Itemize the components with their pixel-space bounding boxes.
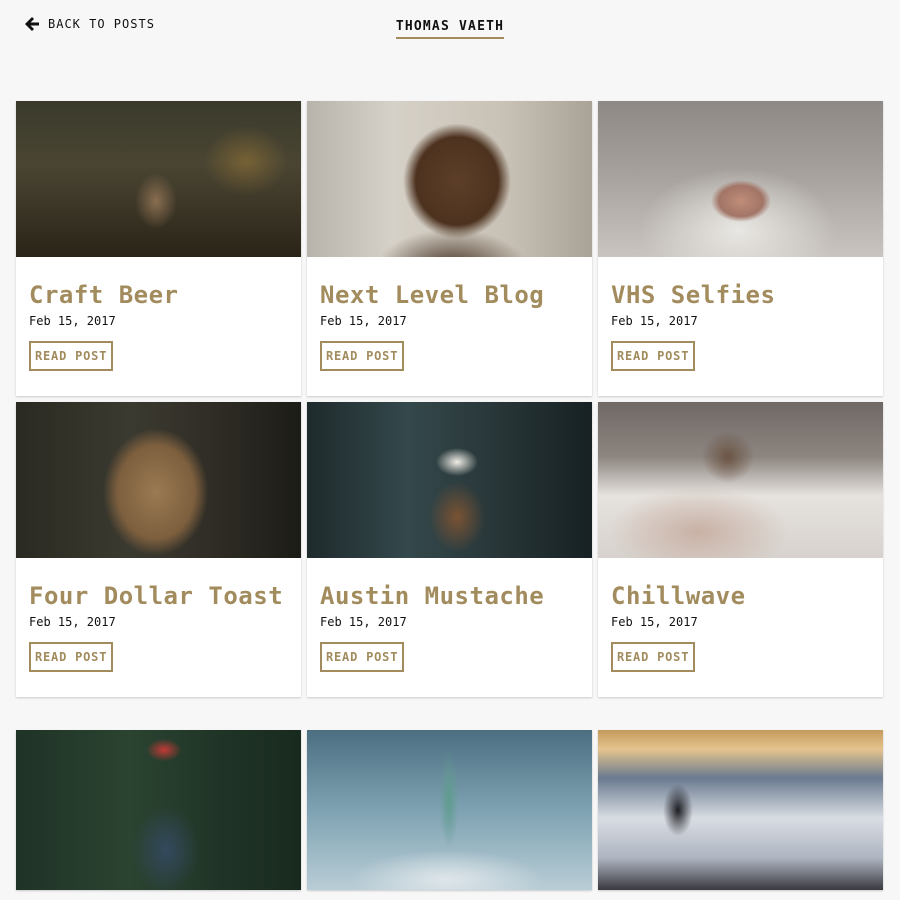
- post-title[interactable]: Next Level Blog: [320, 281, 579, 310]
- post-card: VHS Selfies Feb 15, 2017 READ POST: [598, 101, 883, 396]
- post-date: Feb 15, 2017: [29, 314, 116, 328]
- post-card-body: Craft Beer Feb 15, 2017 READ POST: [16, 257, 301, 396]
- read-post-button[interactable]: READ POST: [611, 341, 696, 371]
- bear-photo[interactable]: [307, 101, 592, 257]
- post-card: [598, 730, 883, 890]
- photographer-photo[interactable]: [16, 730, 301, 890]
- post-card: Four Dollar Toast Feb 15, 2017 READ POST: [16, 402, 301, 697]
- read-post-button[interactable]: READ POST: [29, 642, 114, 672]
- post-title[interactable]: Craft Beer: [29, 281, 288, 310]
- clouds-mountain-photo[interactable]: [598, 730, 883, 890]
- post-card-body: VHS Selfies Feb 15, 2017 READ POST: [598, 257, 883, 396]
- site-title-wrapper: THOMAS VAETH: [0, 15, 900, 39]
- post-card: [307, 730, 592, 890]
- post-card: Austin Mustache Feb 15, 2017 READ POST: [307, 402, 592, 697]
- read-post-button[interactable]: READ POST: [320, 642, 405, 672]
- lioness-photo[interactable]: [16, 402, 301, 558]
- post-card-body: Austin Mustache Feb 15, 2017 READ POST: [307, 558, 592, 697]
- post-title[interactable]: Four Dollar Toast: [29, 582, 288, 611]
- read-post-button[interactable]: READ POST: [320, 341, 405, 371]
- post-card: Craft Beer Feb 15, 2017 READ POST: [16, 101, 301, 396]
- coffee-pour-over-photo[interactable]: [307, 402, 592, 558]
- cat-nose-photo[interactable]: [598, 101, 883, 257]
- post-date: Feb 15, 2017: [611, 314, 698, 328]
- post-date: Feb 15, 2017: [29, 615, 116, 629]
- post-title[interactable]: Chillwave: [611, 582, 870, 611]
- post-card: [16, 730, 301, 890]
- post-date: Feb 15, 2017: [320, 615, 407, 629]
- post-card: Chillwave Feb 15, 2017 READ POST: [598, 402, 883, 697]
- post-date: Feb 15, 2017: [611, 615, 698, 629]
- post-title[interactable]: Austin Mustache: [320, 582, 579, 611]
- read-post-button[interactable]: READ POST: [29, 341, 114, 371]
- read-post-button[interactable]: READ POST: [611, 642, 696, 672]
- site-title[interactable]: THOMAS VAETH: [395, 19, 505, 39]
- post-title[interactable]: VHS Selfies: [611, 281, 870, 310]
- posts-grid: Craft Beer Feb 15, 2017 READ POST Next L…: [16, 101, 884, 890]
- post-card-body: Next Level Blog Feb 15, 2017 READ POST: [307, 257, 592, 396]
- statue-of-liberty-photo[interactable]: [307, 730, 592, 890]
- deer-photo[interactable]: [16, 101, 301, 257]
- post-date: Feb 15, 2017: [320, 314, 407, 328]
- post-card-body: Four Dollar Toast Feb 15, 2017 READ POST: [16, 558, 301, 697]
- post-card: Next Level Blog Feb 15, 2017 READ POST: [307, 101, 592, 396]
- pug-blanket-photo[interactable]: [598, 402, 883, 558]
- post-card-body: Chillwave Feb 15, 2017 READ POST: [598, 558, 883, 697]
